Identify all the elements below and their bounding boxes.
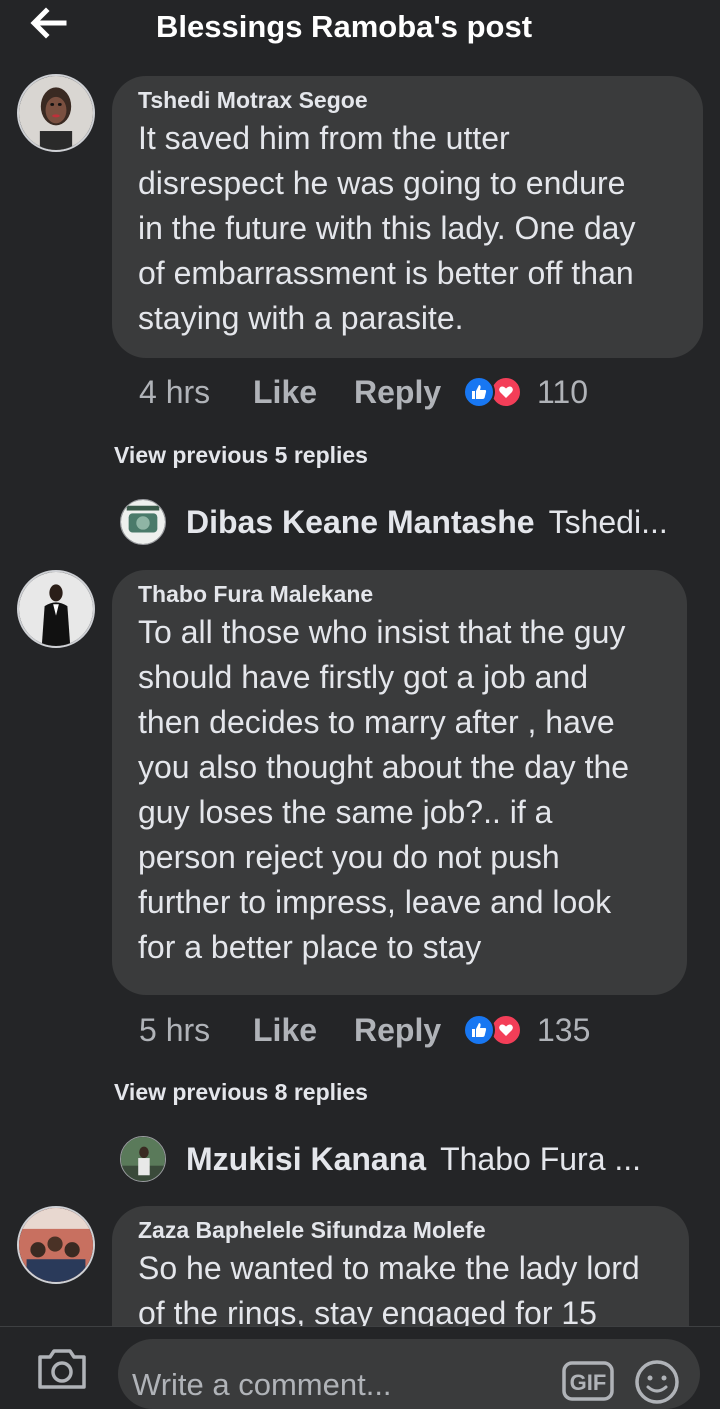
comment-meta: 5 hrs Like Reply 135 [139, 1010, 590, 1050]
comment-placeholder: Write a comment... [132, 1367, 392, 1402]
svg-text:GIF: GIF [570, 1370, 607, 1395]
comment-author[interactable]: Zaza Baphelele Sifundza Molefe [138, 1216, 663, 1244]
comment-author[interactable]: Tshedi Motrax Segoe [138, 86, 677, 114]
profile-photo-icon [19, 1208, 93, 1282]
reply-snippet: Tshedi... [548, 503, 668, 540]
comment-time: 5 hrs [139, 1011, 211, 1048]
avatar[interactable] [120, 499, 166, 545]
comment-line: guy loses the same job?.. if a [138, 794, 553, 830]
comment-line: in the future with this lady. One day [138, 210, 636, 246]
comment-bubble[interactable]: Thabo Fura Malekane To all those who ins… [112, 570, 687, 995]
comment-bubble[interactable]: Zaza Baphelele Sifundza Molefe So he wan… [112, 1206, 689, 1326]
comment-text: To all those who insist that the guy sho… [138, 610, 661, 970]
comment-line: person reject you do not push [138, 839, 560, 875]
reply-preview[interactable]: Dibas Keane Mantashe Tshedi... [120, 498, 668, 546]
comment-text: So he wanted to make the lady lord of th… [138, 1246, 663, 1326]
reactions[interactable] [463, 375, 527, 409]
view-previous-replies[interactable]: View previous 8 replies [114, 1079, 368, 1106]
back-arrow-icon[interactable] [28, 6, 68, 40]
thumbs-up-icon [463, 1014, 495, 1046]
reply-preview[interactable]: Mzukisi Kanana Thabo Fura ... [120, 1135, 641, 1183]
comment-line: It saved him from the utter [138, 120, 510, 156]
comment-line: of the rings, stay engaged for 15 [138, 1295, 597, 1326]
reaction-count[interactable]: 135 [537, 1012, 590, 1049]
like-button[interactable]: Like [253, 1012, 354, 1049]
comment-line: To all those who insist that the guy [138, 614, 626, 650]
comment-time: 4 hrs [139, 373, 211, 410]
comment-composer: Write a comment... GIF [0, 1326, 720, 1409]
comment-author[interactable]: Thabo Fura Malekane [138, 580, 661, 608]
like-button[interactable]: Like [253, 374, 354, 411]
reaction-count[interactable]: 110 [537, 374, 588, 411]
top-bar: Blessings Ramoba's post [0, 0, 720, 60]
page-title: Blessings Ramoba's post [156, 9, 533, 44]
profile-photo-icon [19, 572, 93, 646]
comments-list[interactable]: Tshedi Motrax Segoe It saved him from th… [0, 60, 720, 1326]
avatar[interactable] [17, 1206, 95, 1284]
gif-icon[interactable]: GIF [562, 1361, 614, 1401]
comment-line: you also thought about the day the [138, 749, 630, 785]
view-previous-replies[interactable]: View previous 5 replies [114, 442, 368, 469]
comment-line: of embarrassment is better off than [138, 255, 634, 291]
profile-photo-icon [19, 76, 93, 150]
reply-button[interactable]: Reply [354, 1012, 463, 1049]
avatar[interactable] [17, 74, 95, 152]
avatar[interactable] [17, 570, 95, 648]
comment-line: disrespect he was going to endure [138, 165, 626, 201]
comment-input[interactable]: Write a comment... GIF [118, 1339, 700, 1409]
camera-icon[interactable] [36, 1347, 88, 1391]
reply-author[interactable]: Dibas Keane Mantashe [186, 504, 535, 541]
comment-line: for a better place to stay [138, 929, 482, 965]
emoji-icon[interactable] [634, 1359, 680, 1405]
comment-text: It saved him from the utter disrespect h… [138, 116, 677, 341]
comment-meta: 4 hrs Like Reply 110 [139, 372, 588, 412]
comment-bubble[interactable]: Tshedi Motrax Segoe It saved him from th… [112, 76, 703, 358]
reactions[interactable] [463, 1013, 527, 1047]
reply-author[interactable]: Mzukisi Kanana [186, 1141, 426, 1178]
profile-photo-icon [121, 500, 165, 544]
reply-button[interactable]: Reply [354, 374, 463, 411]
profile-photo-icon [121, 1137, 165, 1181]
comment-line: should have firstly got a job and [138, 659, 589, 695]
comment-line: staying with a parasite. [138, 300, 464, 336]
reply-snippet: Thabo Fura ... [440, 1140, 642, 1177]
thumbs-up-icon [463, 376, 495, 408]
avatar[interactable] [120, 1136, 166, 1182]
comment-line: further to impress, leave and look [138, 884, 612, 920]
comment-line: So he wanted to make the lady lord [138, 1250, 640, 1286]
comment-line: then decides to marry after , have [138, 704, 615, 740]
